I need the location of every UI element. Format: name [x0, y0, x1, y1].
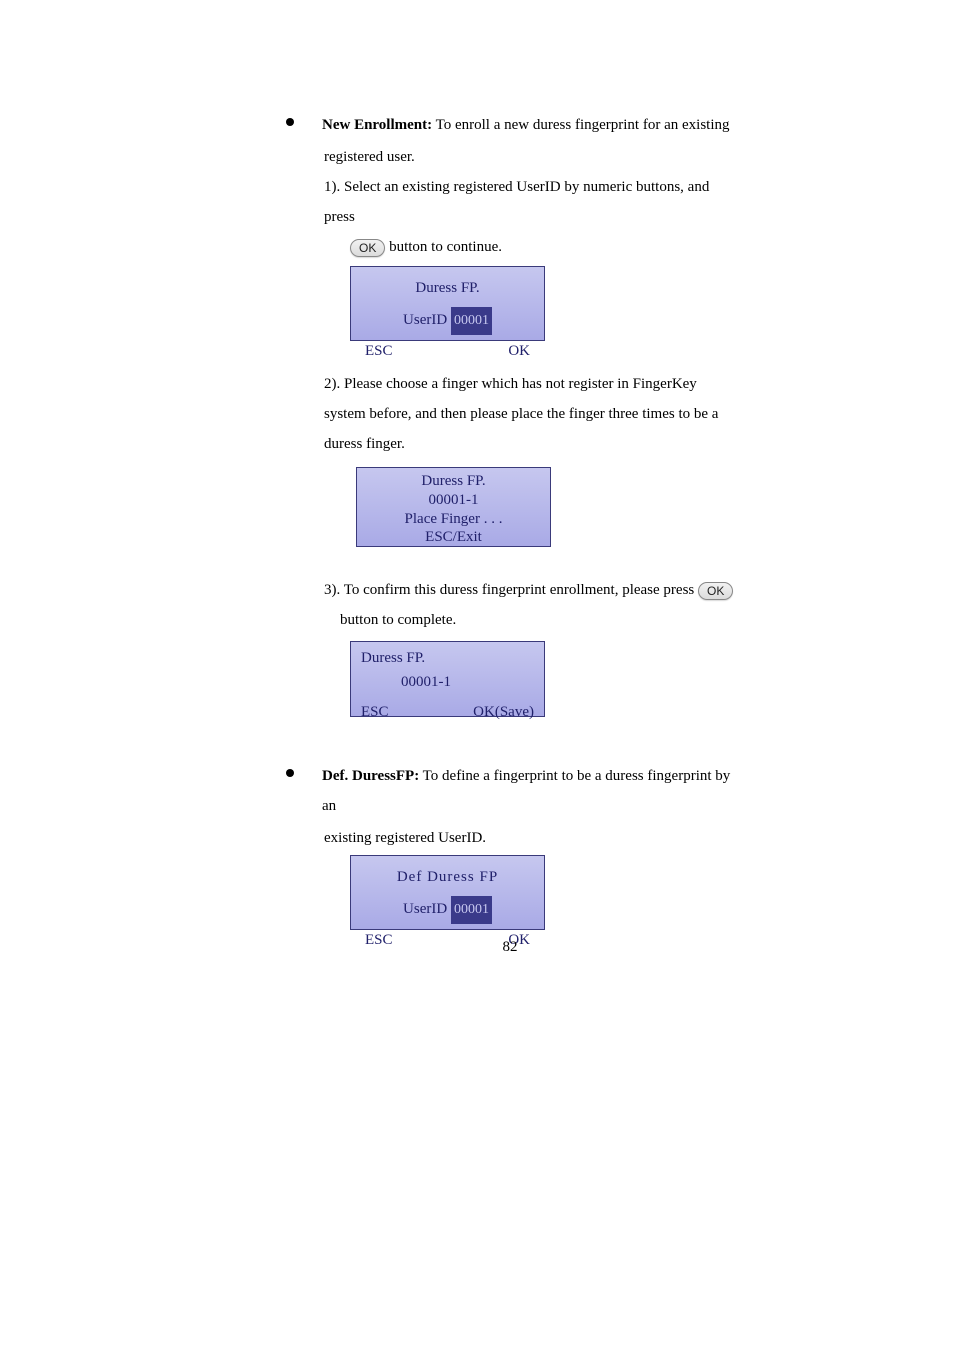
- screen2-line2: 00001-1: [357, 491, 550, 510]
- page-number: 82: [280, 932, 740, 962]
- screen1-userid-label: UserID: [403, 312, 447, 328]
- step-3-text-b: button to complete.: [340, 605, 740, 635]
- lcd-screen-place-finger: Duress FP. 00001-1 Place Finger . . . ES…: [356, 467, 551, 547]
- step-1-cont: button to continue.: [385, 239, 502, 255]
- screen3-esc: ESC: [361, 700, 389, 724]
- screen1-ok: OK: [508, 336, 530, 366]
- screen1-userid-value: 00001: [451, 307, 492, 335]
- screen2-line1: Duress FP.: [357, 472, 550, 491]
- ok-button-inline-1: OK: [350, 239, 385, 257]
- step-3-text-a: 3). To confirm this duress fingerprint e…: [324, 582, 698, 598]
- def-duressfp-title: Def. DuressFP:: [322, 768, 419, 784]
- step-2-text: 2). Please choose a finger which has not…: [324, 369, 740, 459]
- screen3-ok: OK(Save): [473, 700, 534, 724]
- lcd-screen-def-duress: Def Duress FP UserID 00001 ESC OK: [350, 855, 545, 930]
- screen4-userid-label: UserID: [403, 901, 447, 917]
- bullet-new-enrollment: New Enrollment: To enroll a new duress f…: [280, 110, 740, 140]
- screen2-line4: ESC/Exit: [357, 528, 550, 547]
- bullet-icon: [286, 769, 294, 777]
- def-duressfp-desc2: existing registered UserID.: [324, 823, 740, 853]
- bullet-def-duressfp: Def. DuressFP: To define a fingerprint t…: [280, 761, 740, 821]
- new-enrollment-title: New Enrollment:: [322, 117, 432, 133]
- screen3-line2: 00001-1: [361, 670, 534, 694]
- bullet-icon: [286, 118, 294, 126]
- lcd-screen-duress-userid: Duress FP. UserID 00001 ESC OK: [350, 266, 545, 341]
- screen4-title: Def Duress FP: [351, 862, 544, 892]
- new-enrollment-desc2: registered user.: [324, 142, 740, 172]
- step-1-text: 1). Select an existing registered UserID…: [324, 172, 740, 232]
- step-3-row: 3). To confirm this duress fingerprint e…: [324, 575, 740, 605]
- screen1-esc: ESC: [365, 336, 393, 366]
- screen3-line1: Duress FP.: [361, 646, 534, 670]
- screen1-title: Duress FP.: [351, 273, 544, 303]
- screen4-esc: ESC: [365, 925, 393, 955]
- lcd-screen-ok-save: Duress FP. 00001-1 ESC OK(Save): [350, 641, 545, 717]
- new-enrollment-desc1: To enroll a new duress fingerprint for a…: [432, 117, 729, 133]
- screen4-userid-value: 00001: [451, 896, 492, 924]
- ok-button-inline-2: OK: [698, 582, 733, 600]
- screen2-line3: Place Finger . . .: [357, 510, 550, 529]
